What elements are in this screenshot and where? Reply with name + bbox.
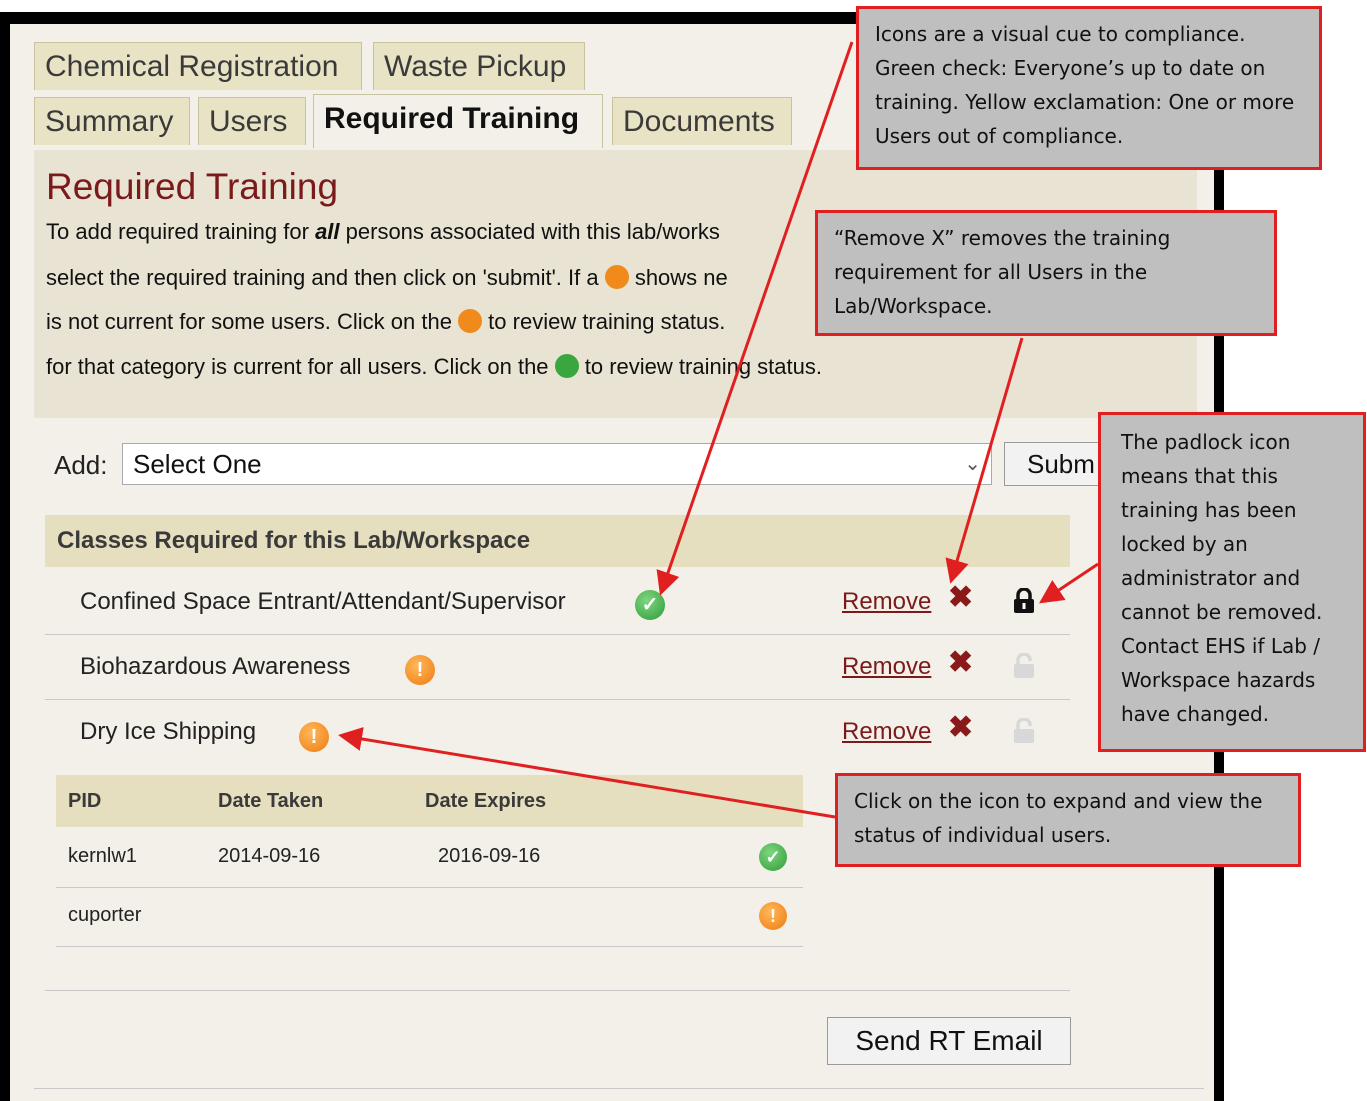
intro-text: persons associated with this lab/works [339, 219, 720, 244]
class-row: Dry Ice Shipping ! Remove ✖ [45, 700, 1070, 764]
class-name: Dry Ice Shipping [80, 718, 257, 745]
class-name: Confined Space Entrant/Attendant/Supervi… [80, 588, 566, 615]
tab-users[interactable]: Users [198, 97, 306, 145]
date-expires-cell: 2016-09-16 [438, 845, 541, 867]
intro-text: to review training status. [578, 354, 822, 379]
pid-cell: cuporter [68, 904, 142, 926]
column-header: PID [68, 790, 102, 812]
tab-chemical-registration[interactable]: Chemical Registration [34, 42, 362, 90]
section-header: Classes Required for this Lab/Workspace [45, 515, 1070, 567]
date-taken-cell: 2014-09-16 [218, 845, 321, 867]
class-row: Biohazardous Awareness ! Remove ✖ [45, 635, 1070, 700]
intro-text: To add required training for [46, 219, 316, 244]
check-mark: ✓ [641, 594, 659, 616]
check-icon: ✓ [759, 843, 787, 871]
divider [34, 1088, 1204, 1089]
divider [45, 990, 1070, 991]
remove-link[interactable]: Remove [842, 718, 931, 746]
training-select[interactable]: Select One ⌄ [122, 443, 992, 485]
padlock-unlocked-icon [1014, 653, 1034, 678]
intro-text: for that category is current for all use… [46, 354, 555, 379]
remove-x-icon[interactable]: ✖ [948, 580, 973, 615]
table-row: cuporter ! [56, 888, 803, 947]
padlock-unlocked-icon [1014, 718, 1034, 743]
warning-icon[interactable]: ! [405, 655, 435, 685]
intro-emphasis: all [315, 219, 340, 244]
column-header: Date Expires [425, 790, 547, 812]
pid-cell: kernlw1 [68, 845, 137, 867]
table-row: kernlw1 2014-09-16 2016-09-16 ✓ [56, 829, 803, 888]
check-mark: ✓ [765, 847, 781, 867]
table-header: PID Date Taken Date Expires [56, 775, 803, 827]
column-header: Date Taken [218, 790, 324, 812]
remove-x-icon[interactable]: ✖ [948, 645, 973, 680]
intro-line-1: To add required training for all persons… [46, 219, 720, 245]
warning-icon[interactable]: ! [299, 722, 329, 752]
class-name: Biohazardous Awareness [80, 653, 351, 680]
tab-documents[interactable]: Documents [612, 97, 792, 145]
intro-line-2: select the required training and then cl… [46, 265, 728, 291]
padlock-locked-icon [1014, 588, 1034, 613]
callout-padlock: The padlock icon means that this trainin… [1098, 412, 1366, 752]
exclamation-mark: ! [416, 659, 424, 681]
warning-icon: ! [759, 902, 787, 930]
intro-text: shows ne [628, 265, 728, 290]
intro-text: select the required training and then cl… [46, 265, 605, 290]
intro-line-4: for that category is current for all use… [46, 354, 822, 380]
remove-link[interactable]: Remove [842, 653, 931, 681]
intro-text: is not current for some users. Click on … [46, 309, 459, 334]
warning-icon [604, 265, 629, 290]
select-value: Select One [133, 449, 262, 479]
exclamation-mark: ! [310, 726, 318, 748]
callout-expand: Click on the icon to expand and view the… [835, 773, 1301, 867]
warning-icon [458, 309, 483, 334]
exclamation-mark: ! [770, 906, 776, 926]
class-row: Confined Space Entrant/Attendant/Supervi… [45, 570, 1070, 635]
intro-line-3: is not current for some users. Click on … [46, 309, 725, 335]
tab-waste-pickup[interactable]: Waste Pickup [373, 42, 585, 90]
callout-icons: Icons are a visual cue to compliance. Gr… [856, 6, 1322, 170]
check-icon[interactable]: ✓ [635, 590, 665, 620]
page-title: Required Training [46, 166, 339, 207]
tab-summary[interactable]: Summary [34, 97, 190, 145]
remove-link[interactable]: Remove [842, 588, 931, 616]
send-rt-email-button[interactable]: Send RT Email [827, 1017, 1071, 1065]
check-icon [554, 354, 579, 379]
intro-text: to review training status. [482, 309, 726, 334]
chevron-down-icon: ⌄ [964, 453, 981, 475]
submit-button[interactable]: Subm [1004, 442, 1104, 486]
callout-remove: “Remove X” removes the training requirem… [815, 210, 1277, 336]
tab-required-training[interactable]: Required Training [313, 94, 603, 148]
remove-x-icon[interactable]: ✖ [948, 710, 973, 745]
add-label: Add: [54, 450, 108, 480]
